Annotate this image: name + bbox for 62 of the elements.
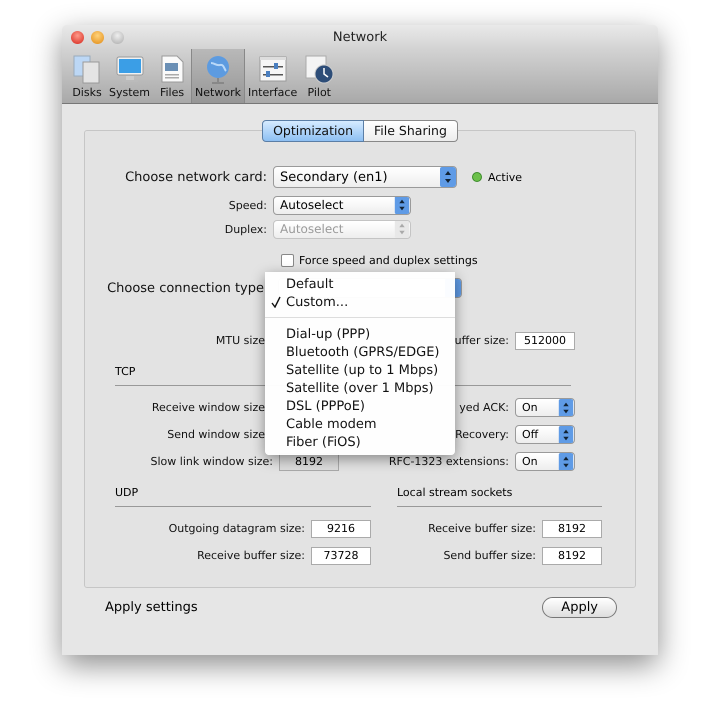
input-field[interactable]: 8192: [542, 546, 602, 564]
field-label: RFC-1323 extensions:: [388, 455, 509, 468]
status-text: Active: [488, 170, 522, 184]
menu-item[interactable]: Bluetooth (GPRS/EDGE): [265, 343, 455, 361]
status-dot-icon: [472, 172, 482, 182]
stepper-icon: [558, 426, 574, 443]
popup-button[interactable]: On: [515, 452, 575, 471]
minimize-button[interactable]: [91, 30, 104, 44]
popup-button[interactable]: Off: [515, 425, 575, 444]
tab[interactable]: File Sharing: [364, 120, 458, 142]
checkbox[interactable]: [281, 254, 294, 266]
popup-button[interactable]: Autoselect: [273, 196, 411, 214]
input-field[interactable]: 512000: [515, 332, 575, 350]
stepper-icon: [394, 196, 410, 214]
field-label: Choose connection type: [106, 280, 265, 296]
menu-item[interactable]: Dial-up (PPP): [265, 325, 455, 343]
field-label: Speed:: [228, 198, 268, 212]
window-title: Network: [332, 30, 388, 44]
toolbar-button[interactable]: Network: [191, 49, 245, 103]
field-label: Send window size: [167, 428, 266, 441]
field-label: Slow link window size:: [150, 455, 273, 468]
section-heading: TCP: [115, 365, 136, 378]
menu-item[interactable]: Cable modem: [265, 415, 455, 433]
menu-item[interactable]: DSL (PPPoE): [265, 397, 455, 415]
field-label: Receive buffer size:: [428, 522, 536, 535]
field-label: Receive buffer size:: [197, 549, 305, 562]
toolbar-button[interactable]: Pilot: [300, 49, 338, 103]
field-label: Send buffer size:: [443, 549, 536, 562]
menu-item[interactable]: Satellite (up to 1 Mbps): [265, 361, 455, 379]
input-field[interactable]: 73728: [311, 546, 371, 564]
menu-item[interactable]: Fiber (FiOS): [265, 433, 455, 451]
field-label: Choose network card:: [124, 170, 268, 184]
checkbox-label: Force speed and duplex settings: [299, 254, 478, 266]
menu-item[interactable]: Satellite (over 1 Mbps): [265, 379, 455, 397]
toolbar-button[interactable]: Interface: [244, 49, 300, 103]
input-field[interactable]: 9216: [311, 520, 371, 538]
stepper-icon: [394, 220, 410, 238]
apply-button[interactable]: Apply: [542, 597, 617, 618]
stepper-icon: [440, 167, 456, 187]
field-label: Outgoing datagram size:: [168, 522, 305, 535]
stepper-icon: [558, 453, 574, 470]
menu-item[interactable]: Default: [265, 275, 455, 293]
close-button[interactable]: [71, 30, 84, 44]
network-card-popup[interactable]: Secondary (en1): [273, 166, 457, 188]
field-label: Receive window size: [152, 401, 266, 414]
toolbar-button[interactable]: Files: [153, 49, 192, 103]
field-label: yed ACK:: [459, 401, 509, 414]
stepper-icon: [558, 399, 574, 416]
toolbar-button[interactable]: Disks: [68, 49, 106, 103]
field-label: uffer size:: [454, 334, 509, 347]
input-field[interactable]: 8192: [542, 520, 602, 538]
apply-settings-label: Apply settings: [105, 600, 198, 615]
field-label: MTU size: [216, 334, 266, 347]
section-heading: UDP: [115, 486, 138, 499]
popup-button[interactable]: On: [515, 398, 575, 417]
field-label: Duplex:: [224, 222, 268, 236]
field-label: Recovery:: [455, 428, 509, 441]
menu-item[interactable]: Custom...: [265, 293, 455, 311]
toolbar-button[interactable]: System: [106, 49, 154, 103]
tab[interactable]: Optimization: [262, 120, 364, 142]
clock-icon: [303, 53, 336, 85]
section-heading: Local stream sockets: [397, 486, 512, 499]
